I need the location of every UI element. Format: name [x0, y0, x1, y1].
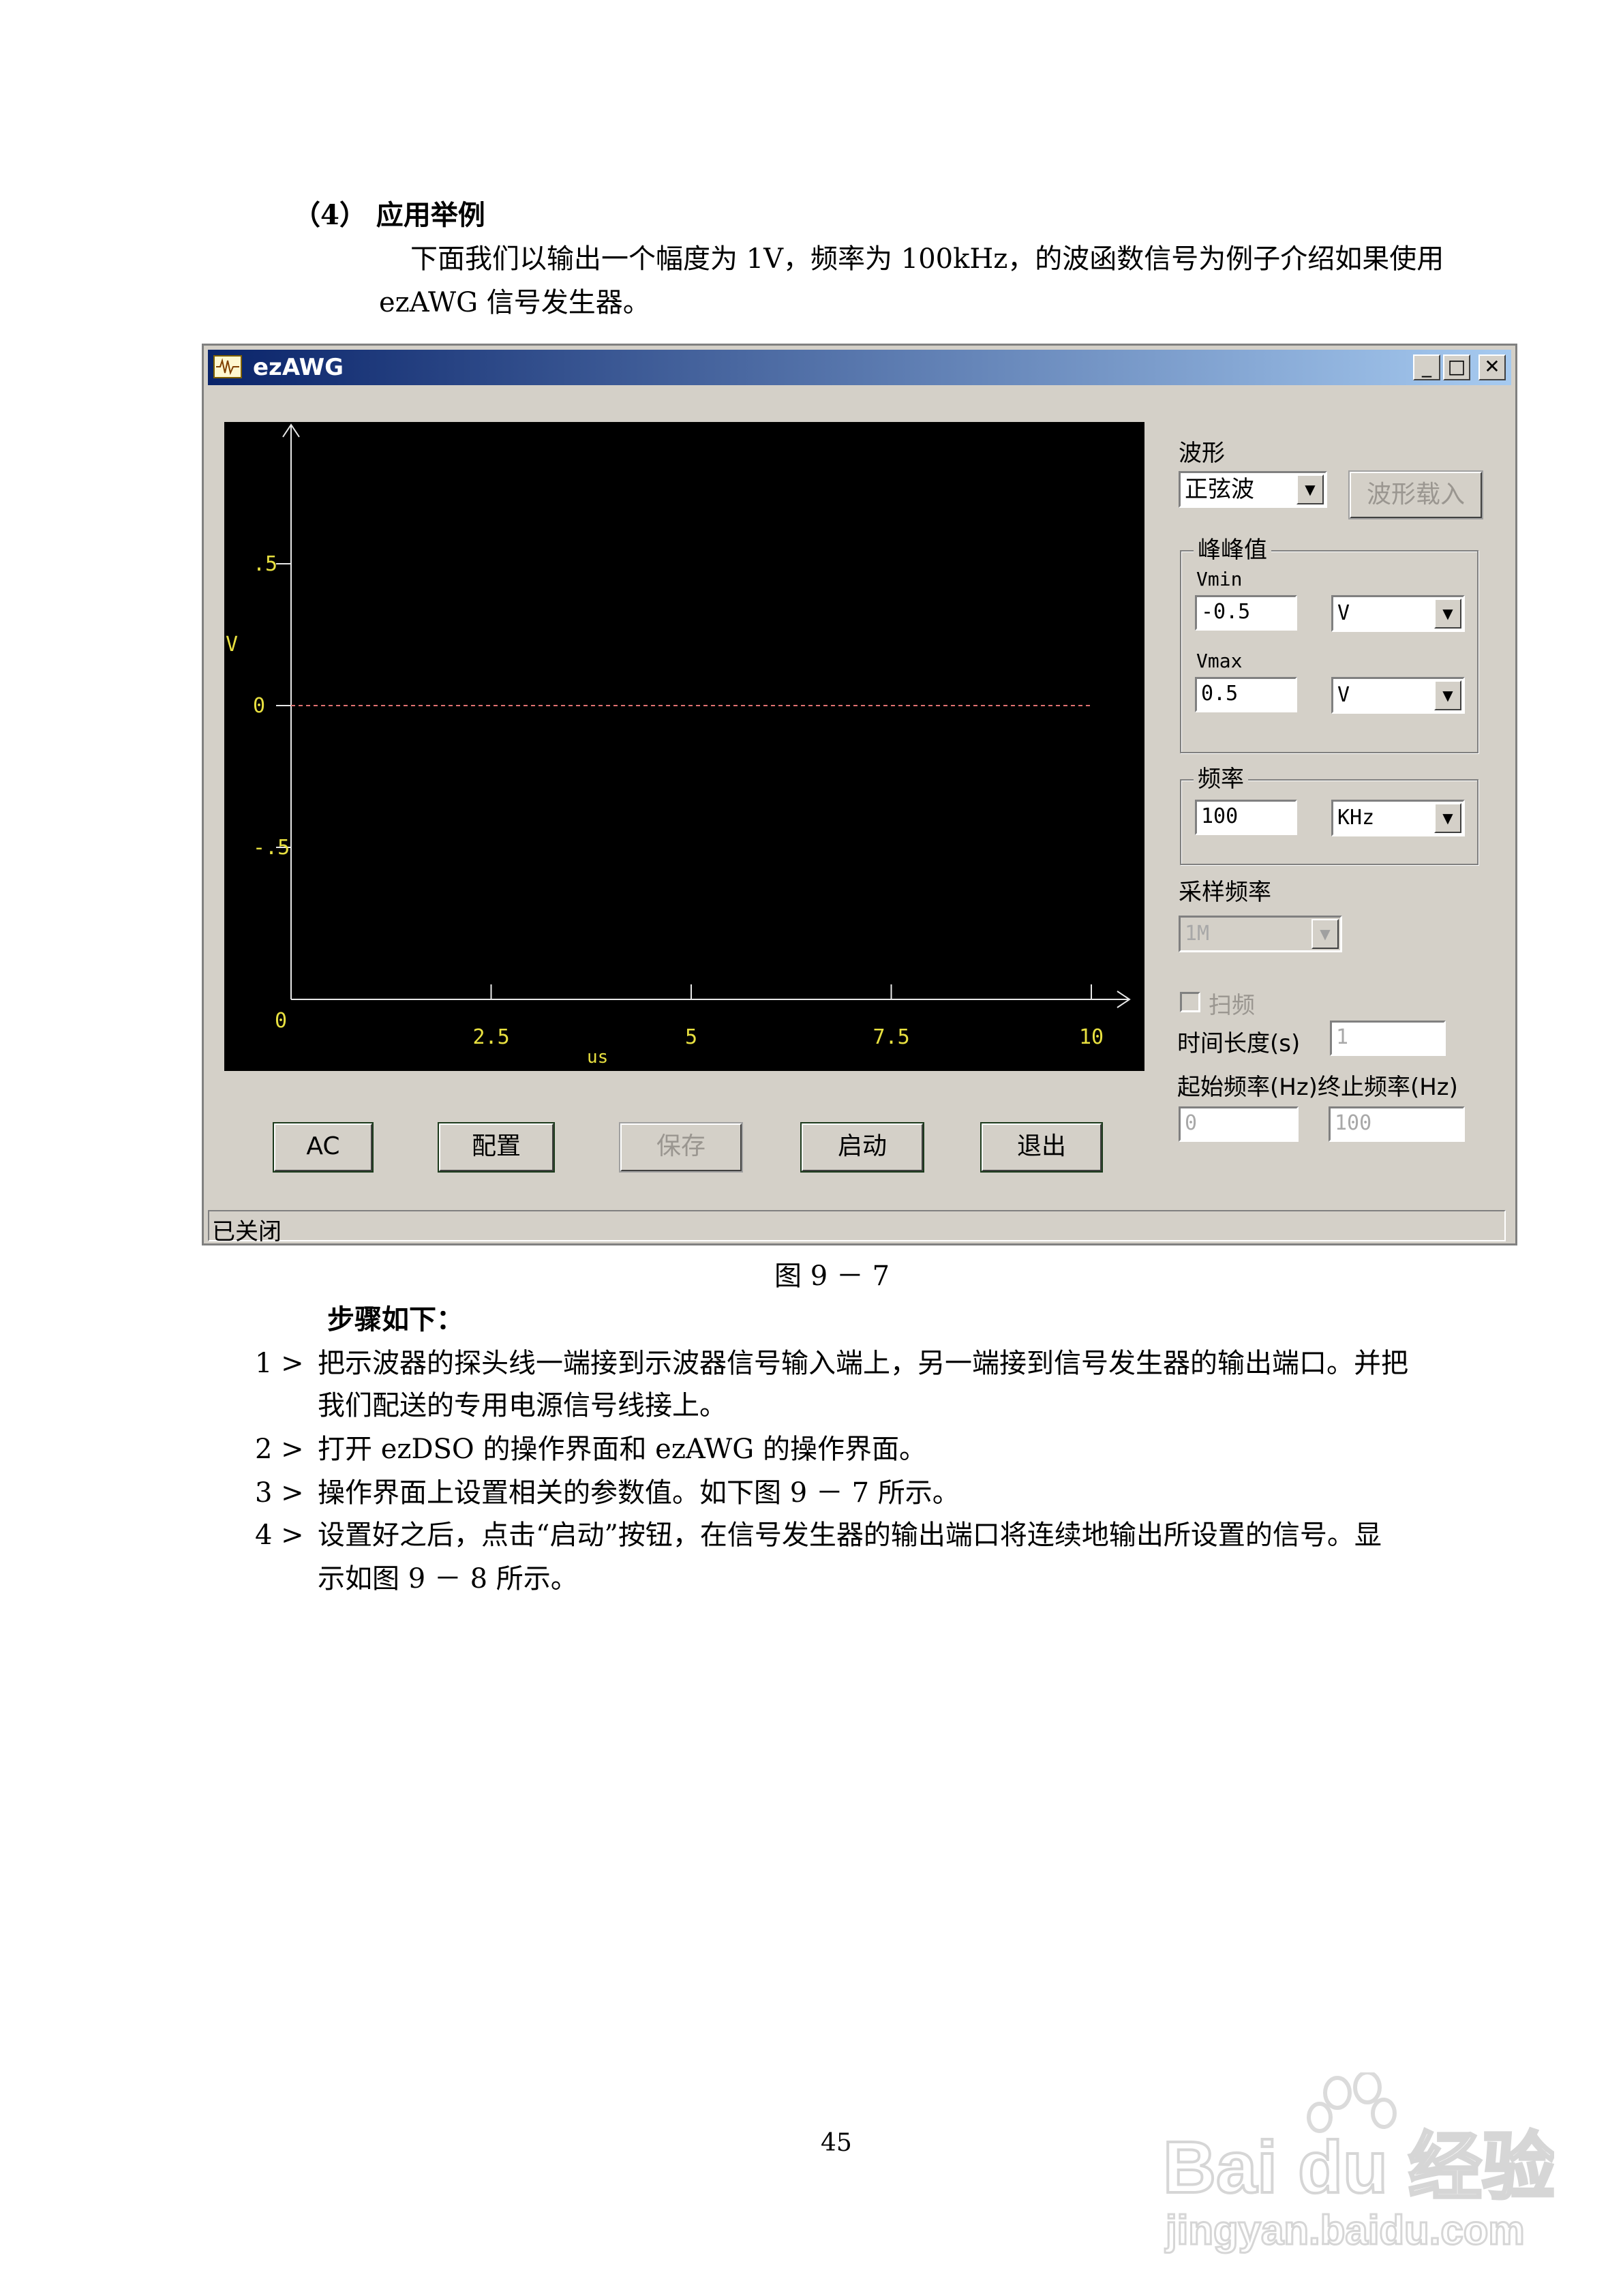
vmin-label: Vmin: [1196, 568, 1243, 590]
frequency-unit-value: KHz: [1337, 806, 1375, 830]
step-text: 操作界面上设置相关的参数值。如下图 9 － 7 所示。: [318, 1477, 960, 1509]
frequency-unit-select[interactable]: KHz ▼: [1331, 800, 1465, 836]
vmax-label: Vmax: [1196, 650, 1243, 672]
y-axis-label: V: [226, 633, 238, 656]
duration-input[interactable]: 1: [1330, 1021, 1446, 1056]
start-frequency-input[interactable]: 0: [1179, 1106, 1299, 1142]
x-tick-label: 0: [275, 1009, 287, 1033]
waveform-plot: .5 0 -.5 0 2.5 5 7.5 10 Vus: [224, 422, 1144, 1071]
sweep-label: 扫频: [1209, 992, 1255, 1019]
waveform-chart-svg: .5 0 -.5 0 2.5 5 7.5 10 Vus: [226, 423, 1131, 1068]
chevron-down-icon[interactable]: ▼: [1296, 474, 1324, 504]
y-tick-label: 0: [253, 694, 265, 718]
step-text: 把示波器的探头线一端接到示波器信号输入端上，另一端接到信号发生器的输出端口。并把: [318, 1348, 1408, 1379]
vmin-unit-select[interactable]: V ▼: [1331, 595, 1465, 632]
x-tick-label: 5: [685, 1025, 697, 1049]
baidu-watermark: Bai du 经验 jingyan.baidu.com: [1159, 2070, 1557, 2256]
close-button[interactable]: ✕: [1478, 354, 1506, 380]
sweep-checkbox[interactable]: [1180, 992, 1200, 1012]
exit-button[interactable]: 退出: [980, 1122, 1103, 1173]
section-heading: （4） 应用举例: [293, 199, 485, 231]
vmax-unit-value: V: [1337, 683, 1350, 707]
duration-label: 时间长度(s): [1177, 1030, 1301, 1057]
maximize-button[interactable]: □: [1443, 354, 1470, 380]
intro-line-1: 下面我们以输出一个幅度为 1V，频率为 100kHz，的波函数信号为例子介绍如果…: [410, 243, 1444, 275]
window-title: ezAWG: [253, 354, 344, 381]
step-number: 2 >: [255, 1434, 304, 1465]
step-number: 1 >: [255, 1348, 304, 1379]
config-button[interactable]: 配置: [438, 1122, 555, 1173]
frequency-title: 频率: [1194, 760, 1248, 794]
sample-rate-select[interactable]: 1M ▼: [1179, 916, 1342, 952]
step-number: 4 >: [255, 1520, 304, 1551]
x-tick-label: 2.5: [473, 1025, 510, 1049]
frequency-input[interactable]: 100: [1195, 800, 1297, 835]
baidu-paw-logo-icon: Bai du 经验 jingyan.baidu.com: [1162, 2070, 1557, 2254]
watermark-url: jingyan.baidu.com: [1165, 2207, 1525, 2253]
step-text: 设置好之后，点击“启动”按钮，在信号发生器的输出端口将连续地输出所设置的信号。显: [318, 1520, 1382, 1551]
vmax-input[interactable]: 0.5: [1195, 677, 1297, 712]
sample-rate-value: 1M: [1185, 922, 1210, 946]
vmax-unit-select[interactable]: V ▼: [1331, 677, 1465, 714]
x-tick-label: 7.5: [873, 1025, 910, 1049]
vmin-input[interactable]: -0.5: [1195, 595, 1297, 631]
vmin-unit-value: V: [1337, 601, 1350, 625]
steps-heading: 步骤如下：: [327, 1303, 464, 1335]
y-tick-label: -.5: [253, 836, 290, 860]
chevron-down-icon[interactable]: ▼: [1434, 803, 1461, 833]
chevron-down-icon[interactable]: ▼: [1311, 919, 1339, 949]
ac-button[interactable]: AC: [273, 1122, 374, 1173]
x-axis-label: us: [587, 1047, 608, 1068]
y-tick-label: .5: [253, 552, 277, 576]
status-bar: 已关闭: [208, 1210, 1506, 1245]
chevron-down-icon[interactable]: ▼: [1434, 599, 1461, 629]
title-bar[interactable]: ezAWG _ □ ✕: [208, 350, 1511, 385]
end-frequency-input[interactable]: 100: [1329, 1106, 1465, 1142]
waveform-app-icon: [213, 355, 242, 378]
load-waveform-button[interactable]: 波形载入: [1348, 470, 1483, 519]
status-text: 已关闭: [212, 1218, 282, 1245]
save-button[interactable]: 保存: [619, 1122, 743, 1173]
x-tick-label: 10: [1079, 1025, 1104, 1049]
watermark-brand: Bai du 经验: [1163, 2126, 1554, 2208]
page-number: 45: [821, 2129, 852, 2157]
waveform-label: 波形: [1179, 440, 1225, 467]
step-text: 打开 ezDSO 的操作界面和 ezAWG 的操作界面。: [318, 1434, 926, 1465]
figure-caption: 图 9 － 7: [774, 1260, 890, 1292]
start-button[interactable]: 启动: [800, 1122, 924, 1173]
waveform-select-value: 正弦波: [1185, 476, 1254, 503]
waveform-select[interactable]: 正弦波 ▼: [1179, 471, 1327, 508]
step-text-continued: 我们配送的专用电源信号线接上。: [318, 1390, 727, 1421]
minimize-button[interactable]: _: [1413, 354, 1440, 380]
start-end-freq-label: 起始频率(Hz)终止频率(Hz): [1177, 1074, 1458, 1101]
peak-to-peak-title: 峰峰值: [1194, 531, 1271, 564]
sample-rate-label: 采样频率: [1179, 879, 1271, 906]
intro-line-2: ezAWG 信号发生器。: [379, 287, 650, 318]
step-number: 3 >: [255, 1477, 304, 1509]
step-text-continued: 示如图 9 － 8 所示。: [318, 1563, 578, 1595]
ezawg-window: ezAWG _ □ ✕ .5 0 -.5 0 2.5 5 7.5 10 Vus AC 配置 保存…: [202, 344, 1517, 1245]
chevron-down-icon[interactable]: ▼: [1434, 680, 1461, 710]
